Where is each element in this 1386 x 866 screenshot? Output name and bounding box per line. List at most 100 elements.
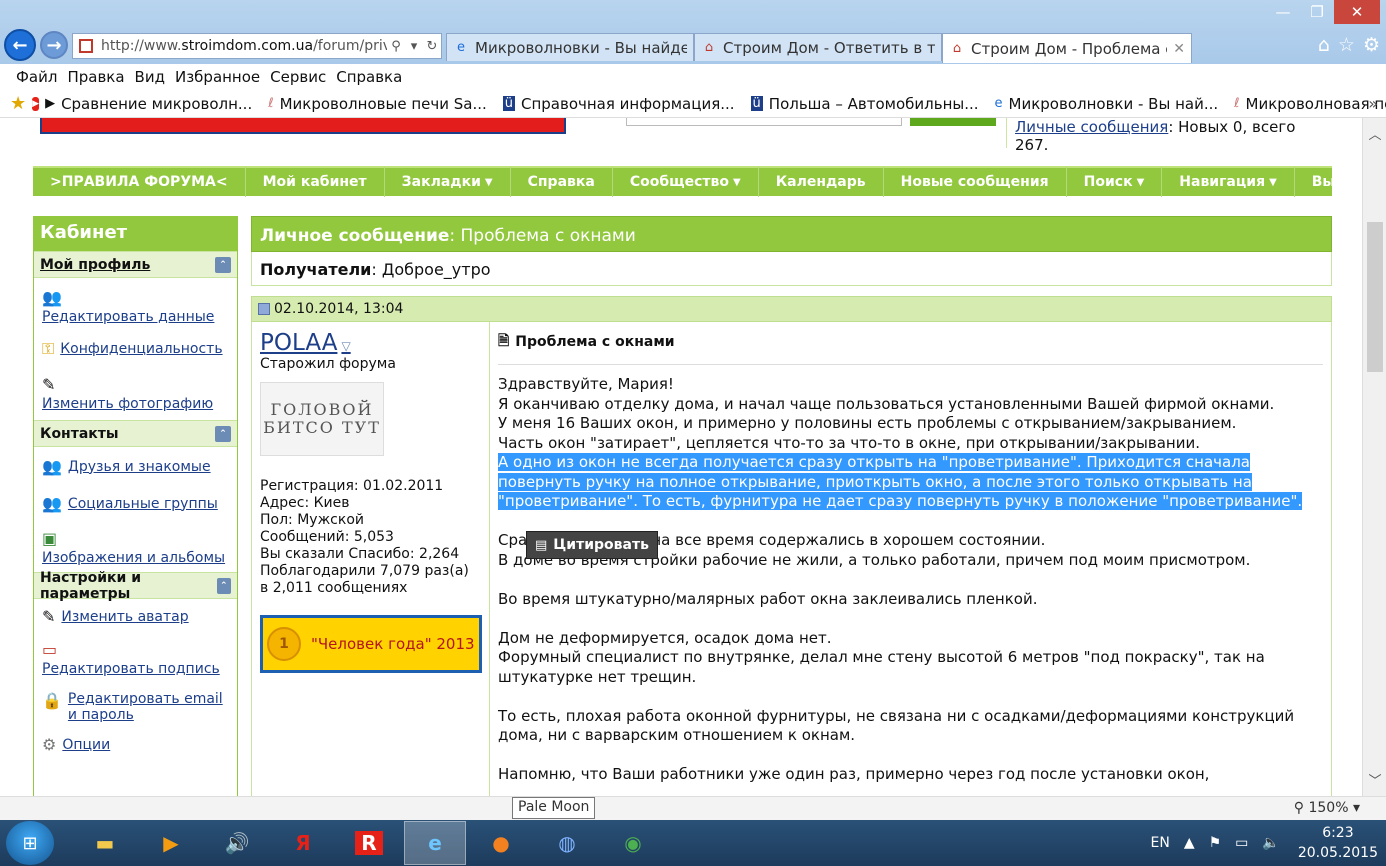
favorite-item[interactable]: ℓ Микроволновые печи Sa... xyxy=(268,95,487,113)
menu-view[interactable]: Вид xyxy=(135,68,165,86)
chrome-taskbar-button[interactable]: ◉ xyxy=(602,821,664,865)
add-favorite-star-icon[interactable]: ★ xyxy=(10,93,26,114)
nav-community[interactable]: Сообщество ▼ xyxy=(613,167,759,197)
zoom-level[interactable]: ⚲ 150% ▾ xyxy=(1294,800,1360,816)
window-controls: — ❐ ✕ xyxy=(1266,0,1380,24)
menu-help[interactable]: Справка xyxy=(336,68,402,86)
ie-icon: e xyxy=(457,40,465,55)
sidebar-section-profile: Мой профиль ⌃ xyxy=(34,251,237,278)
sidebar-item-friends[interactable]: 👥 Друзья и знакомые xyxy=(34,453,237,480)
minimize-button[interactable]: — xyxy=(1266,0,1300,24)
sidebar-item-edit-signature[interactable]: ▭ Редактировать подпись xyxy=(34,636,237,681)
play-icon: ▶ xyxy=(163,831,179,855)
quote-button[interactable]: ▤ Цитировать xyxy=(526,531,658,559)
menu-file[interactable]: Файл xyxy=(16,68,57,86)
home-icon[interactable]: ⌂ xyxy=(1318,34,1330,56)
my-profile-link[interactable]: Мой профиль xyxy=(40,257,150,273)
dropdown-icon[interactable]: ▾ xyxy=(405,39,423,54)
address-bar[interactable]: http://www.stroimdom.com.ua/forum/priv ⚲… xyxy=(72,33,442,59)
sidebar-item-change-avatar[interactable]: ✎ Изменить аватар xyxy=(34,603,237,630)
site-favicon xyxy=(79,39,93,53)
tab-problem[interactable]: ⌂ Строим Дом - Проблема с ... ✕ xyxy=(942,33,1192,63)
sidebar-item-groups[interactable]: 👥 Социальные группы xyxy=(34,490,237,517)
nav-my-cabinet[interactable]: Мой кабинет xyxy=(246,167,385,197)
explorer-taskbar-button[interactable]: ▬ xyxy=(74,821,136,865)
gear-icon[interactable]: ⚙ xyxy=(1363,34,1380,56)
nav-help[interactable]: Справка xyxy=(511,167,613,197)
sidebar-title: Кабинет xyxy=(34,217,237,251)
nav-search[interactable]: Поиск ▼ xyxy=(1067,167,1163,197)
menu-favorites[interactable]: Избранное xyxy=(175,68,260,86)
youtube-icon[interactable]: ▶ xyxy=(32,96,40,111)
status-bar xyxy=(0,796,1386,820)
favorites-star-icon[interactable]: ☆ xyxy=(1338,34,1355,56)
selected-text: А одно из окон не всегда получается сраз… xyxy=(498,453,1303,510)
windows-logo-icon: ⊞ xyxy=(22,832,38,854)
close-window-button[interactable]: ✕ xyxy=(1334,0,1380,24)
network-icon[interactable]: ▭ xyxy=(1235,835,1248,851)
sidebar-item-edit-email[interactable]: 🔒 Редактировать email и пароль xyxy=(34,687,237,727)
collapse-icon[interactable]: ⌃ xyxy=(216,577,231,594)
nav-navigation[interactable]: Навигация ▼ xyxy=(1162,167,1295,197)
forward-button[interactable]: → xyxy=(40,31,68,59)
favorite-item[interactable]: e Микроволновки - Вы най... xyxy=(995,95,1219,113)
group-icon: 👥 xyxy=(42,494,62,513)
start-button[interactable]: ⊞ xyxy=(6,821,54,865)
avatar[interactable]: ГОЛОВОЙ БИТСО ТУТ xyxy=(260,382,384,456)
sidebar-item-images[interactable]: ▣ Изображения и альбомы xyxy=(34,525,237,570)
firefox-taskbar-button[interactable]: ● xyxy=(470,821,532,865)
private-messages-link[interactable]: Личные сообщения xyxy=(1015,118,1168,136)
site-search-field[interactable] xyxy=(626,118,902,126)
collapse-icon[interactable]: ⌃ xyxy=(215,425,231,442)
scrollbar-thumb[interactable] xyxy=(1367,222,1383,372)
message-body[interactable]: Здравствуйте, Мария! Я оканчиваю отделку… xyxy=(498,375,1323,785)
house-icon: ⌂ xyxy=(704,40,714,55)
author-name-link[interactable]: POLAA ▽ xyxy=(260,330,481,356)
sidebar-item-options[interactable]: ⚙ Опции xyxy=(34,731,237,758)
nav-new-posts[interactable]: Новые сообщения xyxy=(884,167,1067,197)
chevron-double-right-icon[interactable]: » xyxy=(1368,94,1378,113)
nav-logout[interactable]: Выход xyxy=(1295,167,1362,197)
photo-edit-icon: ✎ xyxy=(42,375,56,394)
vertical-scrollbar[interactable]: ︿ ﹀ xyxy=(1362,118,1386,796)
scroll-down-icon[interactable]: ﹀ xyxy=(1363,770,1386,790)
menu-tools[interactable]: Сервис xyxy=(270,68,326,86)
menu-edit[interactable]: Правка xyxy=(67,68,124,86)
clock[interactable]: 6:23 20.05.2015 xyxy=(1298,823,1378,863)
tab-microwaves[interactable]: e Микроволновки - Вы найдете ... xyxy=(446,33,694,61)
sound-taskbar-button[interactable]: 🔊 xyxy=(206,821,268,865)
collapse-icon[interactable]: ⌃ xyxy=(215,256,231,273)
tab-close-icon[interactable]: ✕ xyxy=(1173,41,1185,57)
sidebar-item-change-photo[interactable]: ✎ Изменить фотографию xyxy=(34,371,237,416)
scroll-up-icon[interactable]: ︿ xyxy=(1363,124,1386,144)
post-icon xyxy=(258,303,270,315)
favorite-item[interactable]: ℓ Микроволновая печь LG ... xyxy=(1234,95,1386,113)
favorite-item[interactable]: ü Справочная информация... xyxy=(502,95,735,113)
favorites-bar: ★ ▶ ▶ Сравнение микроволн... ℓ Микроволнов… xyxy=(0,90,1386,118)
chevron-up-icon[interactable]: ▲ xyxy=(1184,835,1195,851)
site-search-button[interactable] xyxy=(910,118,996,126)
award-badge[interactable]: 1 "Человек года" 2013 xyxy=(260,615,482,673)
nav-forum-rules[interactable]: >ПРАВИЛА ФОРУМА< xyxy=(33,167,246,197)
sidebar-item-edit-data[interactable]: 👥 Редактировать данные xyxy=(34,284,237,329)
volume-icon[interactable]: 🔈 xyxy=(1262,835,1279,851)
maximize-button[interactable]: ❐ xyxy=(1300,0,1334,24)
back-button[interactable]: ← xyxy=(4,29,36,61)
dropdown-triangle-icon[interactable]: ▽ xyxy=(341,339,350,353)
r-app-taskbar-button[interactable]: R xyxy=(338,821,400,865)
nav-calendar[interactable]: Календарь xyxy=(759,167,884,197)
favorite-item[interactable]: ▶ Сравнение микроволн... xyxy=(45,95,252,113)
palemoon-taskbar-button[interactable]: ◍ xyxy=(536,821,598,865)
refresh-icon[interactable]: ↻ xyxy=(423,39,441,54)
yandex-taskbar-button[interactable]: Я xyxy=(272,821,334,865)
nav-bookmarks[interactable]: Закладки ▼ xyxy=(385,167,511,197)
media-player-taskbar-button[interactable]: ▶ xyxy=(140,821,202,865)
search-icon[interactable]: ⚲ xyxy=(387,39,405,54)
favorite-item[interactable]: ü Польша – Автомобильны... xyxy=(750,95,979,113)
language-indicator[interactable]: EN xyxy=(1150,835,1169,851)
lock-icon: 🔒 xyxy=(42,691,62,710)
tab-reply[interactable]: ⌂ Строим Дом - Ответить в теме xyxy=(694,33,942,61)
sidebar-item-privacy[interactable]: ⚿ Конфиденциальность xyxy=(34,335,237,363)
flag-icon[interactable]: ⚑ xyxy=(1209,835,1222,851)
ie-taskbar-button[interactable]: e xyxy=(404,821,466,865)
